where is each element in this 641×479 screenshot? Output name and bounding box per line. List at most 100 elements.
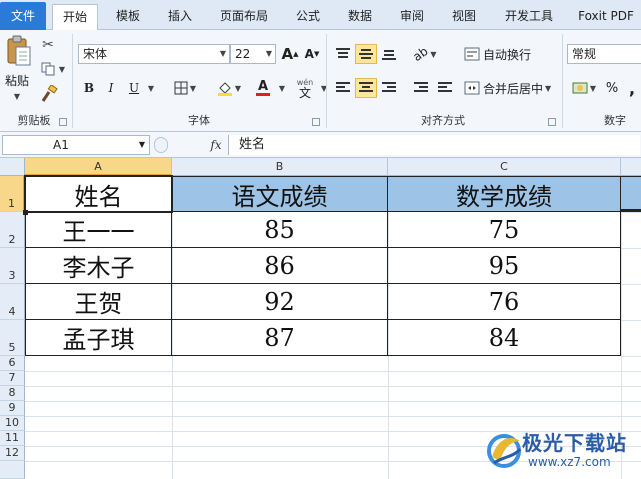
row-header-4[interactable]: 4 [0,284,25,320]
column-header-a[interactable]: A [25,158,172,176]
table-cell[interactable]: 76 [388,284,621,320]
formula-input[interactable]: 姓名 [228,135,640,155]
fill-handle[interactable] [23,210,28,215]
row-header-3[interactable]: 3 [0,248,25,284]
align-bottom-button[interactable] [378,44,400,64]
align-right-button[interactable] [378,78,400,98]
row-header-10[interactable]: 10 [0,416,25,431]
tab-review[interactable]: 审阅 [390,4,434,30]
tab-foxit-pdf[interactable]: Foxit PDF [572,4,640,30]
cell-c1[interactable]: 数学成绩 [388,176,621,212]
scissors-icon: ✂ [42,37,54,53]
phonetic-button[interactable]: wén 文 [290,76,320,100]
name-box[interactable]: A1 ▼ [2,135,150,155]
row-header-1[interactable]: 1 [0,176,25,212]
chevron-down-icon: ▼ [138,140,145,149]
wrap-text-button[interactable]: 自动换行 [464,44,550,64]
font-size-combo[interactable]: 22 ▼ [230,44,276,64]
tab-insert[interactable]: 插入 [158,4,202,30]
merge-center-button[interactable]: 合并后居中 ▼ [464,78,560,98]
row-header-6[interactable]: 6 [0,356,25,371]
chevron-down-icon: ▼ [545,83,552,93]
align-middle-button[interactable] [355,44,377,64]
borders-icon [174,81,188,95]
font-color-dropdown[interactable]: ▼ [276,80,286,96]
column-header-b[interactable]: B [172,158,388,176]
formula-bar-splitter[interactable] [154,137,168,153]
tab-data[interactable]: 数据 [338,4,382,30]
grow-font-button[interactable]: A ▲ [280,44,300,64]
bold-button[interactable]: B [80,78,98,98]
cell-b1[interactable]: 语文成绩 [172,176,388,212]
gridline [621,248,641,249]
row-header-5[interactable]: 5 [0,320,25,356]
paste-dropdown[interactable]: ▼ [8,90,24,102]
column-header-d[interactable] [621,158,641,176]
align-top-button[interactable] [332,44,354,64]
font-name-combo[interactable]: 宋体 ▼ [78,44,230,64]
borders-button[interactable]: ▼ [168,78,202,98]
row-header-8[interactable]: 8 [0,386,25,401]
select-all-corner[interactable] [0,158,25,176]
ribbon-tab-bar: 文件 开始 模板 插入 页面布局 公式 数据 审阅 视图 开发工具 Foxit … [0,0,641,31]
table-cell[interactable]: 李木子 [25,248,172,284]
table-cell[interactable]: 75 [388,212,621,248]
table-cell[interactable]: 92 [172,284,388,320]
comma-style-button[interactable]: , [624,78,640,98]
align-center-button[interactable] [355,78,377,98]
row-header-12[interactable]: 12 [0,446,25,461]
underline-dropdown[interactable]: ▼ [144,80,156,96]
gridline [25,386,641,387]
cell-a1[interactable]: 姓名 [25,176,172,212]
alignment-launcher-icon[interactable] [548,118,556,126]
cell-d1[interactable] [621,176,641,212]
arrow-down-icon: ▼ [313,50,320,58]
table-cell[interactable]: 84 [388,320,621,356]
tab-developer[interactable]: 开发工具 [496,4,562,30]
accounting-format-button[interactable]: ▼ [568,78,600,98]
underline-button[interactable]: U [124,78,144,98]
table-cell[interactable]: 王贺 [25,284,172,320]
align-left-button[interactable] [332,78,354,98]
row-header-2[interactable]: 2 [0,212,25,248]
row-header-7[interactable]: 7 [0,371,25,386]
table-cell[interactable]: 86 [172,248,388,284]
copy-button[interactable]: ▼ [38,60,68,78]
tab-formulas[interactable]: 公式 [286,4,330,30]
row-header-9[interactable]: 9 [0,401,25,416]
paste-label[interactable]: 粘贴 [2,72,32,88]
table-cell[interactable]: 王一一 [25,212,172,248]
fill-color-button[interactable]: ▼ [212,78,246,98]
row-header-11[interactable]: 11 [0,431,25,446]
font-color-button[interactable]: A [248,78,278,98]
clipboard-launcher-icon[interactable] [59,118,67,126]
align-top-icon [336,48,350,60]
table-cell[interactable]: 87 [172,320,388,356]
column-header-c[interactable]: C [388,158,621,176]
table-cell[interactable]: 95 [388,248,621,284]
table-cell[interactable]: 85 [172,212,388,248]
tab-home[interactable]: 开始 [52,4,98,31]
insert-function-button[interactable]: fx [206,135,226,155]
tab-view[interactable]: 视图 [442,4,486,30]
increase-indent-button[interactable] [434,78,456,98]
row-header-13[interactable] [0,461,25,479]
percent-button[interactable]: % [602,78,622,98]
tab-page-layout[interactable]: 页面布局 [212,4,276,30]
font-color-letter: A [257,79,269,94]
format-painter-icon [41,85,58,102]
format-painter-button[interactable] [38,84,60,104]
decrease-indent-button[interactable] [410,78,432,98]
paste-button[interactable] [2,32,36,70]
table-cell[interactable]: 孟子琪 [25,320,172,356]
tab-template[interactable]: 模板 [106,4,150,30]
text-orientation-icon: ab [410,43,432,65]
shrink-font-button[interactable]: A ▼ [302,44,322,64]
gridline [621,356,641,357]
orientation-button[interactable]: ab ▼ [410,44,440,64]
italic-button[interactable]: I [102,78,120,98]
tab-file[interactable]: 文件 [0,2,46,30]
cut-button[interactable]: ✂ [38,36,58,54]
font-launcher-icon[interactable] [312,118,320,126]
number-format-combo[interactable]: 常规 [567,44,641,64]
